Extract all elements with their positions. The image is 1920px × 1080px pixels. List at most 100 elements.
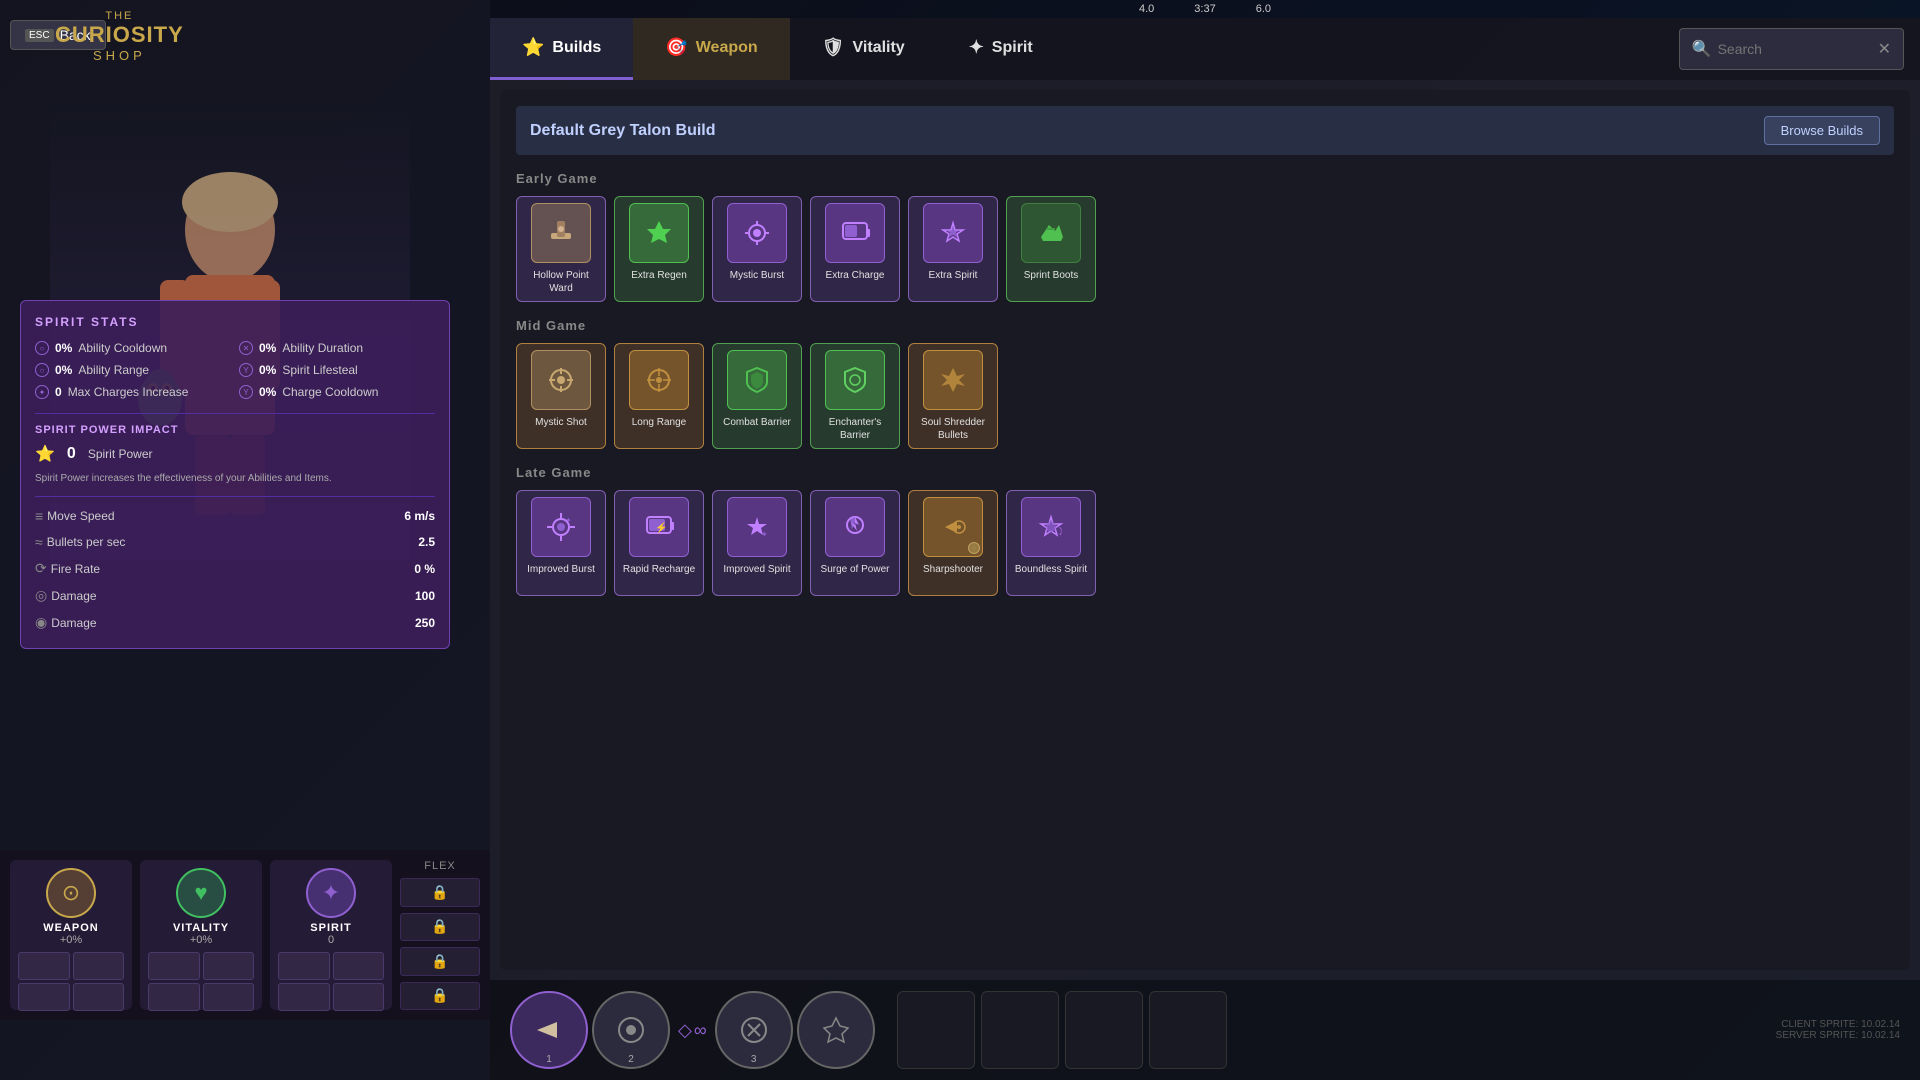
item-rapid-recharge[interactable]: ⚡ Rapid Recharge — [614, 490, 704, 596]
spirit-tab-label: Spirit — [992, 39, 1033, 57]
surge-of-power-name: Surge of Power — [817, 563, 893, 589]
lock-icon-1: 🔒 — [431, 884, 448, 901]
item-boundless-spirit[interactable]: Boundless Spirit — [1006, 490, 1096, 596]
vitality-slot-1[interactable] — [148, 952, 200, 980]
item-mystic-shot[interactable]: Mystic Shot — [516, 343, 606, 449]
spirit-power-row: ⭐ 0 Spirit Power — [35, 444, 435, 464]
spirit-star-icon: ⭐ — [35, 444, 55, 464]
weapon-category[interactable]: ⊙ WEAPON +0% — [10, 860, 132, 1010]
late-game-section: Late Game ✦ Improved — [516, 465, 1894, 596]
spirit-tab-icon: ✦ — [969, 37, 984, 58]
sprint-boots-name: Sprint Boots — [1013, 269, 1089, 295]
spirit-category[interactable]: ✦ SPIRIT 0 — [270, 860, 392, 1010]
flex-slot-2[interactable]: 🔒 — [400, 913, 480, 942]
item-sharpshooter[interactable]: ○ Sharpshooter — [908, 490, 998, 596]
mystic-shot-icon — [531, 350, 591, 410]
item-extra-regen[interactable]: Extra Regen — [614, 196, 704, 302]
empty-slot-1[interactable] — [897, 991, 975, 1069]
lifesteal-icon: Y — [239, 363, 253, 377]
hollow-point-ward-icon — [531, 203, 591, 263]
item-improved-spirit[interactable]: ✦ Improved Spirit — [712, 490, 802, 596]
weapon-slot-3[interactable] — [18, 983, 70, 1011]
mystic-shot-name: Mystic Shot — [523, 416, 599, 442]
spirit-slot-1[interactable] — [278, 952, 330, 980]
tab-weapon[interactable]: 🎯 Weapon — [633, 18, 789, 80]
top-stat-1: 4.0 — [1139, 3, 1154, 15]
combat-stat-bps: ≈ Bullets per sec 2.5 — [35, 531, 435, 553]
lock-icon-2: 🔒 — [431, 918, 448, 935]
item-soul-shredder-bullets[interactable]: Soul Shredder Bullets — [908, 343, 998, 449]
ability-slot-4[interactable] — [797, 991, 875, 1069]
weapon-category-name: WEAPON — [18, 922, 124, 934]
item-long-range[interactable]: Long Range — [614, 343, 704, 449]
item-combat-barrier[interactable]: Combat Barrier — [712, 343, 802, 449]
item-hollow-point-ward[interactable]: Hollow Point Ward — [516, 196, 606, 302]
combat-barrier-name: Combat Barrier — [719, 416, 795, 442]
vitality-slot-4[interactable] — [203, 983, 255, 1011]
vitality-slot-3[interactable] — [148, 983, 200, 1011]
vitality-category[interactable]: ♥ VITALITY +0% — [140, 860, 262, 1010]
spirit-slot-3[interactable] — [278, 983, 330, 1011]
soul-shredder-bullets-name: Soul Shredder Bullets — [915, 416, 991, 442]
vitality-category-icon: ♥ — [176, 868, 226, 918]
ability-slot-1[interactable]: 1 — [510, 991, 588, 1069]
flex-slot-3[interactable]: 🔒 — [400, 947, 480, 976]
empty-slot-3[interactable] — [1065, 991, 1143, 1069]
bottom-categories-bar: ⊙ WEAPON +0% ♥ VITALITY +0% — [0, 850, 490, 1020]
boundless-spirit-icon — [1021, 497, 1081, 557]
build-panel: Default Grey Talon Build Browse Builds E… — [500, 90, 1910, 970]
spirit-category-icon: ✦ — [306, 868, 356, 918]
combat-stat-firerate: ⟳ Fire Rate 0 % — [35, 557, 435, 580]
weapon-slot-2[interactable] — [73, 952, 125, 980]
flex-slot-1[interactable]: 🔒 — [400, 878, 480, 907]
empty-slot-2[interactable] — [981, 991, 1059, 1069]
close-icon[interactable]: ✕ — [1878, 39, 1891, 59]
ability-slot-2[interactable]: 2 — [592, 991, 670, 1069]
weapon-tab-icon: 🎯 — [665, 37, 687, 58]
item-enchanters-barrier[interactable]: Enchanter's Barrier — [810, 343, 900, 449]
spirit-slots — [278, 952, 384, 1011]
vitality-category-value: +0% — [148, 934, 254, 946]
item-improved-burst[interactable]: ✦ Improved Burst — [516, 490, 606, 596]
mid-game-header: Mid Game — [516, 318, 1894, 333]
spirit-power-section: SPIRIT POWER IMPACT ⭐ 0 Spirit Power Spi… — [35, 413, 435, 486]
ability-bar: 1 2 ◇ ∞ 3 — [490, 980, 1920, 1080]
extra-spirit-icon — [923, 203, 983, 263]
tab-vitality[interactable]: 🛡 Vitality — [790, 18, 937, 80]
item-extra-charge[interactable]: Extra Charge — [810, 196, 900, 302]
empty-slot-4[interactable] — [1149, 991, 1227, 1069]
spirit-slot-4[interactable] — [333, 983, 385, 1011]
item-surge-of-power[interactable]: Surge of Power — [810, 490, 900, 596]
item-extra-spirit[interactable]: Extra Spirit — [908, 196, 998, 302]
svg-text:✦: ✦ — [761, 530, 768, 539]
rapid-recharge-icon: ⚡ — [629, 497, 689, 557]
long-range-icon — [629, 350, 689, 410]
improved-spirit-name: Improved Spirit — [719, 563, 795, 589]
ability-4-icon — [816, 1010, 856, 1050]
search-icon: 🔍 — [1692, 39, 1712, 59]
ability-connector: ◇ ∞ — [678, 1020, 707, 1041]
search-bar[interactable]: 🔍 ✕ — [1679, 28, 1904, 70]
spirit-slot-2[interactable] — [333, 952, 385, 980]
combat-stat-damage2: ◉ Damage 250 — [35, 611, 435, 634]
shop-curiosity: CURIOSITY — [55, 22, 184, 48]
spirit-category-value: 0 — [278, 934, 384, 946]
tab-spirit[interactable]: ✦ Spirit — [937, 18, 1065, 80]
search-input[interactable] — [1718, 41, 1878, 57]
esc-label: ESC — [25, 29, 54, 42]
shop-logo: THE CURIOSITY SHOP — [55, 10, 184, 63]
lock-icon-4: 🔒 — [431, 987, 448, 1004]
spirit-category-name: SPIRIT — [278, 922, 384, 934]
ability-slot-3[interactable]: 3 — [715, 991, 793, 1069]
browse-builds-button[interactable]: Browse Builds — [1764, 116, 1880, 145]
tab-builds[interactable]: ⭐ Builds — [490, 18, 633, 80]
weapon-slot-4[interactable] — [73, 983, 125, 1011]
item-mystic-burst[interactable]: Mystic Burst — [712, 196, 802, 302]
flex-slot-4[interactable]: 🔒 — [400, 982, 480, 1011]
item-sprint-boots[interactable]: Sprint Boots — [1006, 196, 1096, 302]
stat-ability-cooldown: ○ 0% Ability Cooldown — [35, 341, 231, 355]
early-game-items: Hollow Point Ward Extra Regen — [516, 196, 1894, 302]
vitality-slot-2[interactable] — [203, 952, 255, 980]
stats-grid: ○ 0% Ability Cooldown ✕ 0% Ability Durat… — [35, 341, 435, 399]
weapon-slot-1[interactable] — [18, 952, 70, 980]
